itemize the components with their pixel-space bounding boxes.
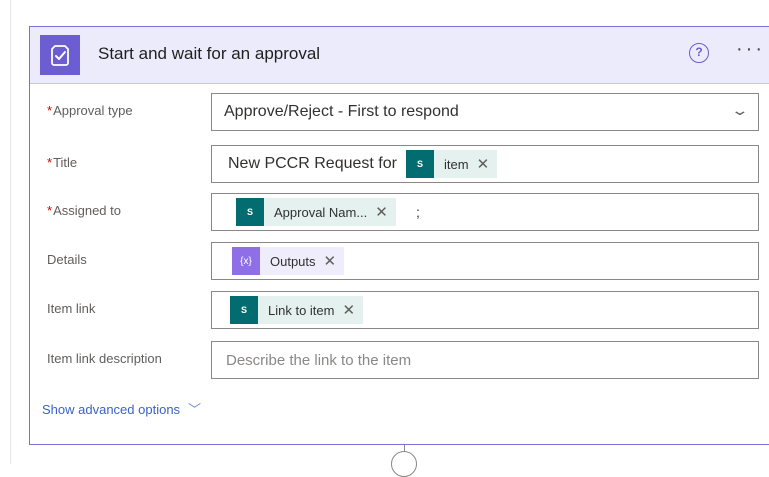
approval-action-card: Start and wait for an approval ? ··· *Ap… <box>29 26 769 445</box>
remove-token-icon[interactable]: ✕ <box>477 155 498 173</box>
title-row: *Title New PCCR Request for S item ✕ <box>30 145 769 185</box>
approval-type-value: Approve/Reject - First to respond <box>224 103 459 120</box>
approval-type-label: *Approval type <box>47 103 133 118</box>
assigned-to-input[interactable]: S Approval Nam... ✕ ; <box>211 193 759 231</box>
details-label: Details <box>47 252 87 267</box>
question-icon[interactable]: ? <box>689 43 709 63</box>
expression-token[interactable]: {x} Outputs ✕ <box>232 247 345 275</box>
chevron-down-icon[interactable]: ⌄ <box>731 102 750 119</box>
assigned-to-label: *Assigned to <box>47 203 121 218</box>
approval-icon <box>40 35 80 75</box>
approval-type-dropdown[interactable]: Approve/Reject - First to respond ⌄ <box>211 93 759 131</box>
item-link-description-input[interactable]: Describe the link to the item <box>211 341 759 379</box>
separator-text: ; <box>416 204 420 220</box>
item-link-input[interactable]: S Link to item ✕ <box>211 291 759 329</box>
dynamic-content-token[interactable]: S item ✕ <box>406 150 498 178</box>
item-link-row: Item link S Link to item ✕ <box>30 291 769 331</box>
assigned-to-row: *Assigned to S Approval Nam... ✕ ; <box>30 193 769 233</box>
item-link-description-placeholder: Describe the link to the item <box>226 352 412 369</box>
expression-icon: {x} <box>232 247 260 275</box>
remove-token-icon[interactable]: ✕ <box>342 301 363 319</box>
sharepoint-icon: S <box>230 296 258 324</box>
title-text: New PCCR Request for <box>228 155 397 172</box>
details-input[interactable]: {x} Outputs ✕ <box>211 242 759 280</box>
sharepoint-icon: S <box>406 150 434 178</box>
canvas-left-rule <box>10 0 11 464</box>
token-label: Outputs <box>270 253 316 269</box>
details-row: Details {x} Outputs ✕ <box>30 242 769 282</box>
sharepoint-icon: S <box>236 198 264 226</box>
item-link-description-row: Item link description Describe the link … <box>30 341 769 381</box>
action-title: Start and wait for an approval <box>98 44 321 63</box>
more-options-icon[interactable]: ··· <box>736 39 765 59</box>
token-label: Link to item <box>268 302 335 318</box>
action-header[interactable]: Start and wait for an approval ? ··· <box>30 27 769 84</box>
remove-token-icon[interactable]: ✕ <box>324 252 345 270</box>
dynamic-content-token[interactable]: S Link to item ✕ <box>230 296 364 324</box>
chevron-down-icon: ﹀ <box>188 402 202 417</box>
title-input[interactable]: New PCCR Request for S item ✕ <box>211 145 759 183</box>
approval-type-row: *Approval type Approve/Reject - First to… <box>30 93 769 133</box>
item-link-label: Item link <box>47 301 96 316</box>
dynamic-content-token[interactable]: S Approval Nam... ✕ <box>236 198 396 226</box>
add-step-icon[interactable] <box>391 451 417 477</box>
title-label: *Title <box>47 155 78 170</box>
token-label: item <box>444 156 469 172</box>
remove-token-icon[interactable]: ✕ <box>375 203 396 221</box>
item-link-description-label: Item link description <box>47 351 162 366</box>
show-advanced-options-link[interactable]: Show advanced options ﹀ <box>42 399 201 418</box>
token-label: Approval Nam... <box>274 204 368 220</box>
